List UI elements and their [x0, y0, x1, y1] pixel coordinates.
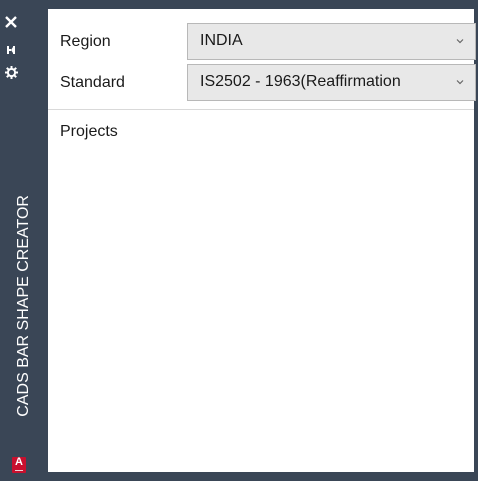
- palette-title: CADS BAR SHAPE CREATOR: [0, 195, 48, 445]
- region-label: Region: [60, 33, 111, 50]
- gear-icon[interactable]: [0, 62, 48, 82]
- region-select[interactable]: INDIA: [187, 23, 476, 60]
- standard-label: Standard: [60, 74, 125, 91]
- logo-underline: [15, 470, 23, 471]
- projects-list[interactable]: [48, 147, 474, 472]
- standard-select[interactable]: IS2502 - 1963(Reaffirmation: [187, 64, 476, 101]
- region-select-value: INDIA: [200, 32, 243, 49]
- form-divider: [48, 109, 474, 110]
- chevron-down-icon: [454, 75, 466, 87]
- projects-label: Projects: [60, 123, 118, 140]
- chevron-down-icon: [454, 34, 466, 46]
- autocad-logo-icon: A: [12, 457, 26, 473]
- close-icon[interactable]: [0, 12, 48, 32]
- content-panel: Region INDIA Standard IS2502 - 1963(Reaf…: [48, 9, 478, 481]
- region-row: Region INDIA: [48, 23, 476, 60]
- pin-icon[interactable]: [0, 40, 48, 60]
- palette-title-text: CADS BAR SHAPE CREATOR: [15, 195, 32, 417]
- logo-letter: A: [15, 456, 23, 468]
- standard-select-value: IS2502 - 1963(Reaffirmation: [200, 73, 401, 90]
- side-toolbar: CADS BAR SHAPE CREATOR A: [0, 0, 48, 481]
- standard-row: Standard IS2502 - 1963(Reaffirmation: [48, 64, 476, 101]
- top-border: [48, 0, 478, 9]
